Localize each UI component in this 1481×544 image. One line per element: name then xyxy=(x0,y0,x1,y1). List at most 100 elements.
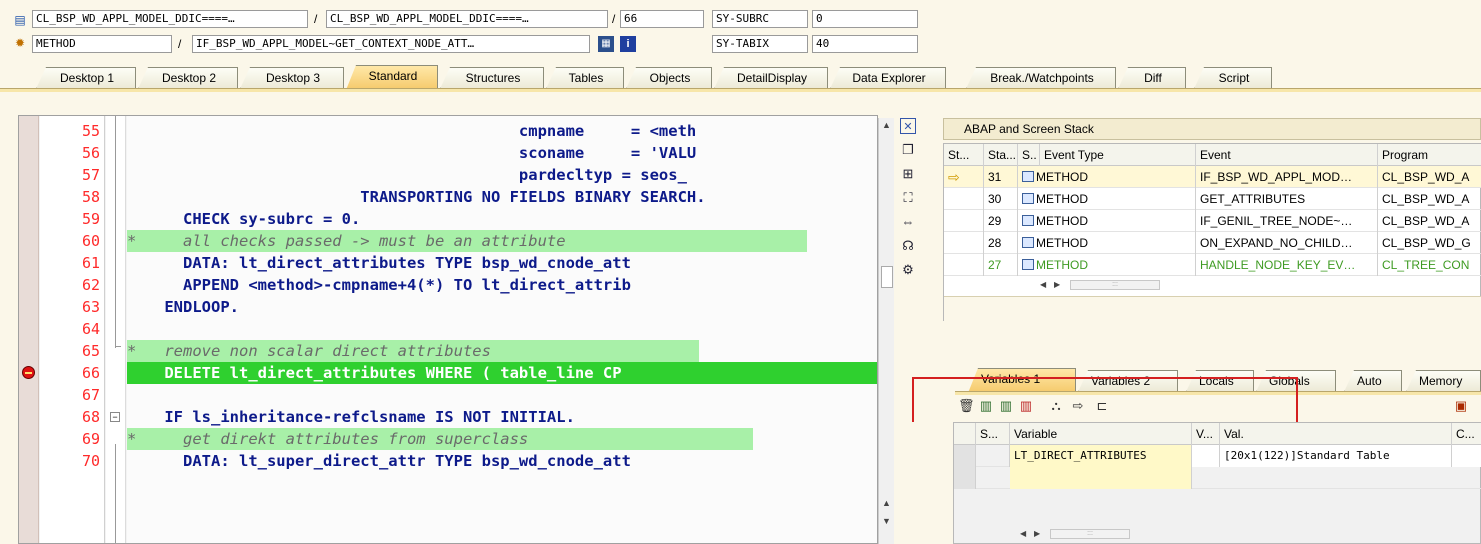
code-line[interactable]: 63 ENDLOOP. xyxy=(19,296,877,318)
collapse-icon[interactable]: − xyxy=(110,412,120,422)
code-line[interactable]: 64 xyxy=(19,318,877,340)
event-field[interactable]: IF_BSP_WD_APPL_MODEL~GET_CONTEXT_NODE_AT… xyxy=(192,35,590,53)
save-icon[interactable]: ▣ xyxy=(1453,398,1469,414)
hierarchy-icon[interactable]: ⛬ xyxy=(1048,398,1064,414)
stack-row[interactable]: 28 METHOD ON_EXPAND_NO_CHILD… CL_BSP_WD_… xyxy=(944,232,1481,254)
code-line[interactable]: 55 cmpname = <meth xyxy=(19,120,877,142)
line-number: 70 xyxy=(81,452,100,470)
table-red-icon[interactable]: ▥ xyxy=(1018,398,1034,414)
code-line[interactable]: 57 pardecltyp = seos_ xyxy=(19,164,877,186)
scroll-right-icon[interactable]: ▶ xyxy=(1054,280,1060,289)
table-icon[interactable]: ▥ xyxy=(978,398,994,414)
variable-value[interactable]: [20x1(122)]Standard Table xyxy=(1220,445,1452,467)
source-code-editor[interactable]: 55 cmpname = <meth 56 sconame = 'VALU 57 xyxy=(18,115,878,544)
scroll-left-icon[interactable]: ◀ xyxy=(1020,529,1026,538)
display-icon[interactable]: ▦ xyxy=(598,36,614,52)
tab-detail-display[interactable]: DetailDisplay xyxy=(714,67,828,89)
col-event-type[interactable]: Event Type xyxy=(1040,144,1196,166)
sy-tabix-value[interactable]: 40 xyxy=(812,35,918,53)
scroll-left-icon[interactable]: ◀ xyxy=(1040,280,1046,289)
code-line[interactable]: 59 CHECK sy-subrc = 0. xyxy=(19,208,877,230)
code-line[interactable]: 67 xyxy=(19,384,877,406)
variable-name-input[interactable]: LT_DIRECT_ATTRIBUTES xyxy=(1010,445,1192,467)
col-status[interactable]: St... xyxy=(944,144,984,166)
stack-row[interactable]: 27 METHOD HANDLE_NODE_KEY_EV… CL_TREE_CO… xyxy=(944,254,1481,276)
event-type-field[interactable]: METHOD xyxy=(32,35,172,53)
col-value[interactable]: Val. xyxy=(1220,423,1452,445)
tab-memory[interactable]: Memory xyxy=(1406,370,1481,392)
variables-grid[interactable]: S... Variable V... Val. C... LT_DIRECT_A… xyxy=(953,422,1481,544)
code-line[interactable]: 69 * get direkt attributes from supercla… xyxy=(19,428,877,450)
stack-row[interactable]: ⇨ 31 METHOD IF_BSP_WD_APPL_MOD… CL_BSP_W… xyxy=(944,166,1481,188)
layout-icon[interactable]: ⊏ xyxy=(1094,398,1110,414)
code-line[interactable]: 58 TRANSPORTING NO FIELDS BINARY SEARCH. xyxy=(19,186,877,208)
fullscreen-icon[interactable]: ⛶ xyxy=(900,190,916,206)
tab-data-explorer[interactable]: Data Explorer xyxy=(830,67,946,89)
tab-auto[interactable]: Auto xyxy=(1344,370,1402,392)
col-v[interactable]: V... xyxy=(1192,423,1220,445)
row-selector[interactable] xyxy=(954,467,976,489)
col-status[interactable] xyxy=(954,423,976,445)
delete-icon[interactable]: 🗑 xyxy=(958,398,975,414)
tab-desktop-1[interactable]: Desktop 1 xyxy=(36,67,136,89)
code-line[interactable]: 56 sconame = 'VALU xyxy=(19,142,877,164)
structure-icon[interactable]: ⊞ xyxy=(900,166,916,182)
variables-horizontal-scrollbar[interactable]: ◀ ▶ ::: xyxy=(1020,527,1220,541)
code-line[interactable]: − 68 IF ls_inheritance-refclsname IS NOT… xyxy=(19,406,877,428)
tab-structures[interactable]: Structures xyxy=(440,67,544,89)
tab-objects[interactable]: Objects xyxy=(626,67,712,89)
scroll-up-icon[interactable]: ▲ xyxy=(882,498,891,508)
tab-standard[interactable]: Standard xyxy=(346,65,438,90)
headset-icon[interactable]: ☊ xyxy=(900,238,916,254)
width-icon[interactable]: ⇔ xyxy=(900,214,916,230)
scroll-down-icon[interactable]: ▼ xyxy=(882,516,891,526)
col-variable[interactable]: Variable xyxy=(1010,423,1192,445)
table-icon[interactable]: ▥ xyxy=(998,398,1014,414)
variable-row-empty[interactable] xyxy=(954,467,1481,489)
scrollbar-thumb[interactable]: ::: xyxy=(1070,280,1160,290)
scroll-right-icon[interactable]: ▶ xyxy=(1034,529,1040,538)
export-icon[interactable]: ⇨ xyxy=(1070,398,1086,414)
scrollbar-thumb[interactable]: ::: xyxy=(1050,529,1130,539)
new-window-icon[interactable]: ❐ xyxy=(900,142,916,158)
code-line[interactable]: 62 APPEND <method>-cmpname+4(*) TO lt_di… xyxy=(19,274,877,296)
code-line[interactable]: 65 * remove non scalar direct attributes xyxy=(19,340,877,362)
col-s[interactable]: S.. xyxy=(1018,144,1040,166)
variable-name-input[interactable] xyxy=(1010,467,1192,489)
tab-desktop-2[interactable]: Desktop 2 xyxy=(138,67,238,89)
stack-row[interactable]: 29 METHOD IF_GENIL_TREE_NODE~… CL_BSP_WD… xyxy=(944,210,1481,232)
abap-stack-grid[interactable]: St... Sta... S.. Event Type Event Progra… xyxy=(943,143,1481,322)
tab-desktop-3[interactable]: Desktop 3 xyxy=(240,67,344,89)
breakpoint-icon[interactable] xyxy=(22,366,35,379)
tab-variables-1[interactable]: Variables 1 xyxy=(968,368,1076,393)
code-line[interactable]: 61 DATA: lt_direct_attributes TYPE bsp_w… xyxy=(19,252,877,274)
row-selector[interactable] xyxy=(954,445,976,467)
program-field[interactable]: CL_BSP_WD_APPL_MODEL_DDIC====… xyxy=(32,10,308,28)
line-field[interactable]: 66 xyxy=(620,10,704,28)
settings-icon[interactable]: ⚙ xyxy=(900,262,916,278)
scroll-up-icon[interactable]: ▲ xyxy=(882,120,891,130)
code-line[interactable]: 60 * all checks passed -> must be an att… xyxy=(19,230,877,252)
col-s[interactable]: S... xyxy=(976,423,1010,445)
editor-vertical-scrollbar[interactable]: ▲ ▲ ▼ xyxy=(878,118,894,544)
info-icon[interactable]: i xyxy=(620,36,636,52)
tab-tables[interactable]: Tables xyxy=(546,67,624,89)
tab-locals[interactable]: Locals xyxy=(1186,370,1254,392)
stack-row[interactable]: 30 METHOD GET_ATTRIBUTES CL_BSP_WD_A xyxy=(944,188,1481,210)
close-icon[interactable]: ✕ xyxy=(900,118,916,134)
stack-horizontal-scrollbar[interactable]: ◀ ▶ ::: xyxy=(1040,278,1240,292)
col-c[interactable]: C... xyxy=(1452,423,1481,445)
col-stack-level[interactable]: Sta... xyxy=(984,144,1018,166)
current-code-line[interactable]: 66 DELETE lt_direct_attributes WHERE ( t… xyxy=(19,362,877,384)
tab-breakpoints[interactable]: Break./Watchpoints xyxy=(966,67,1116,89)
tab-diff[interactable]: Diff xyxy=(1118,67,1186,89)
include-field[interactable]: CL_BSP_WD_APPL_MODEL_DDIC====… xyxy=(326,10,608,28)
col-program[interactable]: Program xyxy=(1378,144,1481,166)
tab-variables-2[interactable]: Variables 2 xyxy=(1078,370,1178,392)
scrollbar-thumb[interactable] xyxy=(881,266,893,288)
sy-subrc-value[interactable]: 0 xyxy=(812,10,918,28)
tab-script[interactable]: Script xyxy=(1194,67,1272,89)
code-line[interactable]: 70 DATA: lt_super_direct_attr TYPE bsp_w… xyxy=(19,450,877,472)
variable-row[interactable]: LT_DIRECT_ATTRIBUTES [20x1(122)]Standard… xyxy=(954,445,1481,467)
col-event[interactable]: Event xyxy=(1196,144,1378,166)
